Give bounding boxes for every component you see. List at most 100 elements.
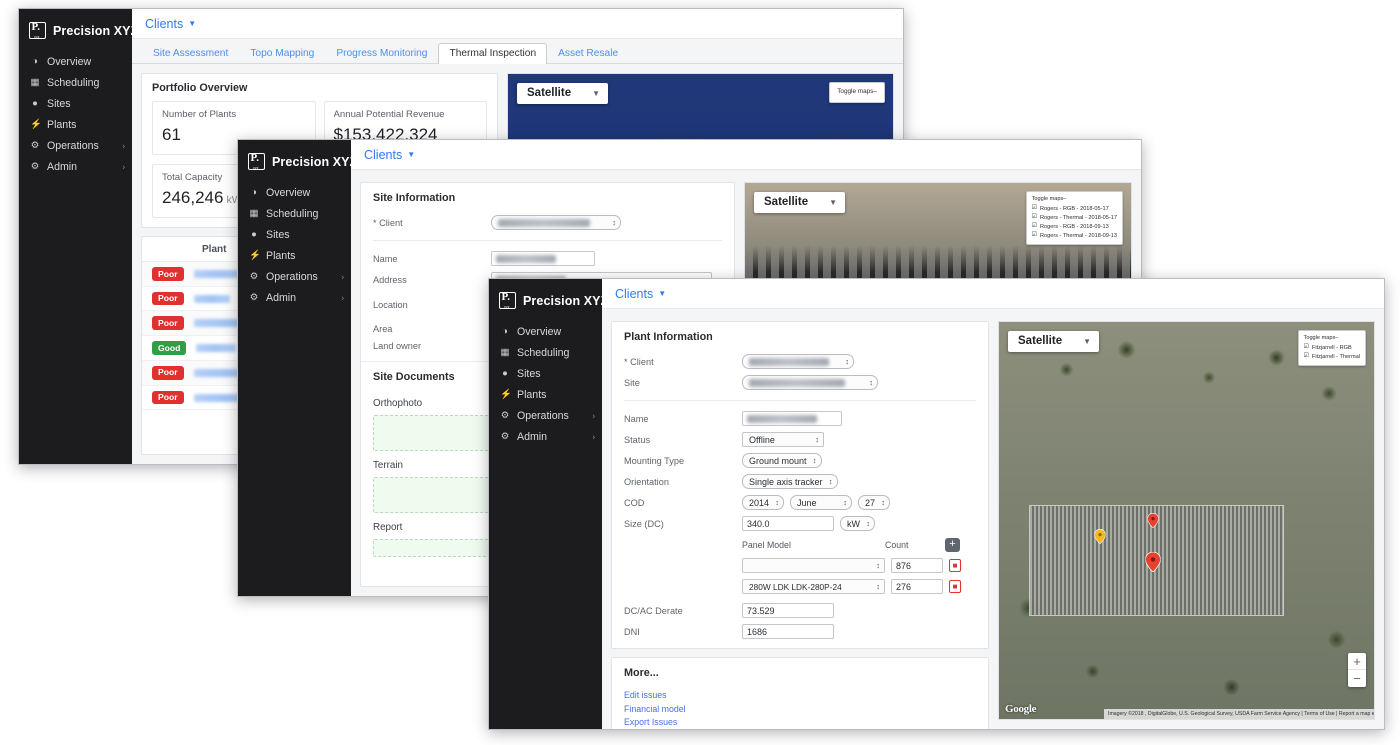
column-header-count: Count <box>885 540 909 550</box>
mounting-type-select[interactable]: Ground mount <box>742 453 822 468</box>
name-input[interactable] <box>491 251 595 266</box>
orientation-select[interactable]: Single axis tracker <box>742 474 838 489</box>
sidebar-item-plants[interactable]: ⚡ Plants <box>489 384 602 405</box>
sidebar-window2: Precision XYZ ◑ Overview ▦ Scheduling ● … <box>238 140 357 596</box>
checkbox-checked-icon[interactable]: ☑ <box>1032 231 1037 240</box>
cod-year-select[interactable]: 2014 <box>742 495 785 510</box>
clients-dropdown[interactable]: Clients <box>145 17 183 31</box>
cod-day-select[interactable]: 27 <box>858 495 891 510</box>
tab-asset-resale[interactable]: Asset Resale <box>547 43 629 64</box>
chevron-right-icon: › <box>122 162 125 171</box>
panel-count-input[interactable]: 876 <box>891 558 943 573</box>
panel-model-select[interactable] <box>742 558 885 573</box>
dc-ac-derate-input[interactable]: 73.529 <box>742 603 834 618</box>
sidebar-item-operations[interactable]: ⚙ Operations › <box>489 405 602 426</box>
dni-input[interactable]: 1686 <box>742 624 834 639</box>
link-financial-model[interactable]: Financial model <box>612 703 988 717</box>
layer-toggle-row[interactable]: ☑ Rogers - RGB - 2018-05-17 <box>1032 204 1117 213</box>
section-title: Site Information <box>373 192 456 204</box>
checkbox-checked-icon[interactable]: ☑ <box>1032 213 1037 222</box>
sidebar-item-label: Plants <box>266 249 296 262</box>
tab-site-assessment[interactable]: Site Assessment <box>142 43 239 64</box>
tab-topo-mapping[interactable]: Topo Mapping <box>239 43 325 64</box>
panel-model-select[interactable]: 280W LDK LDK-280P-24 <box>742 579 885 594</box>
toggle-maps-window1[interactable]: Toggle maps– <box>829 82 885 103</box>
layer-toggle-row[interactable]: ☑ Rogers - Thermal - 2018-05-17 <box>1032 213 1117 222</box>
sidebar-item-sites[interactable]: ● Sites <box>489 363 602 384</box>
map-pin-yellow[interactable] <box>1094 529 1106 545</box>
sidebar-item-label: Overview <box>517 325 562 338</box>
portfolio-title: Portfolio Overview <box>152 82 248 94</box>
checkbox-checked-icon[interactable]: ☑ <box>1304 352 1309 361</box>
map-type-selector[interactable]: Satellite ▼ <box>517 83 609 104</box>
map-window3[interactable]: Satellite ▼ Toggle maps– ☑ Fitzjarrell -… <box>998 321 1375 720</box>
sidebar-item-operations[interactable]: ⚙ Operations › <box>19 135 132 156</box>
bolt-icon: ⚡ <box>30 118 42 130</box>
sidebar-item-scheduling[interactable]: ▦ Scheduling <box>489 342 602 363</box>
name-input[interactable] <box>742 411 842 426</box>
size-dc-input[interactable]: 340.0 <box>742 516 834 531</box>
status-badge: Poor <box>152 267 184 281</box>
link-export-issues[interactable]: Export Issues <box>612 716 988 729</box>
sidebar-item-operations[interactable]: ⚙ Operations › <box>238 266 351 287</box>
client-select[interactable] <box>491 215 621 230</box>
sidebar-item-admin[interactable]: ⚙ Admin › <box>489 426 602 447</box>
sidebar-item-overview[interactable]: ◑ Overview <box>238 182 351 203</box>
client-select[interactable] <box>742 354 854 369</box>
sidebar-item-sites[interactable]: ● Sites <box>238 224 351 245</box>
toggle-maps-window3[interactable]: Toggle maps– ☑ Fitzjarrell - RGB ☑ Fitzj… <box>1297 330 1366 367</box>
layer-toggle-row[interactable]: ☑ Rogers - RGB - 2018-09-13 <box>1032 222 1117 231</box>
checkbox-checked-icon[interactable]: ☑ <box>1032 222 1037 231</box>
brand-window3: Precision XYZ <box>489 289 608 321</box>
size-dc-unit-select[interactable]: kW <box>840 516 875 531</box>
map-pin-red[interactable] <box>1145 552 1161 573</box>
zoom-out-button[interactable]: − <box>1348 670 1366 687</box>
divider <box>624 400 976 401</box>
plant-name-redacted[interactable] <box>196 344 237 353</box>
add-panel-button[interactable]: + <box>945 538 960 552</box>
sidebar-item-scheduling[interactable]: ▦ Scheduling <box>238 203 351 224</box>
link-edit-issues[interactable]: Edit issues <box>612 689 988 703</box>
layer-toggle-row[interactable]: ☑ Rogers - Thermal - 2018-09-13 <box>1032 231 1117 240</box>
layer-toggle-row[interactable]: ☑ Fitzjarrell - Thermal <box>1304 352 1360 361</box>
brand-window2: Precision XYZ <box>238 150 357 182</box>
toggle-maps-window2[interactable]: Toggle maps– ☑ Rogers - RGB - 2018-05-17… <box>1025 191 1123 246</box>
checkbox-checked-icon[interactable]: ☑ <box>1032 204 1037 213</box>
sidebar-item-plants[interactable]: ⚡ Plants <box>238 245 351 266</box>
status-badge: Poor <box>152 390 184 405</box>
sidebar-item-plants[interactable]: ⚡ Plants <box>19 114 132 135</box>
plant-name-redacted[interactable] <box>193 294 230 303</box>
toggle-maps-label: Toggle maps– <box>1031 196 1067 202</box>
screenshot-stage: Precision XYZ ◑ Overview ▦ Scheduling ● … <box>0 0 1400 745</box>
sidebar-item-overview[interactable]: ◑ Overview <box>489 321 602 342</box>
zoom-in-button[interactable]: + <box>1348 653 1366 670</box>
sidebar-item-scheduling[interactable]: ▦ Scheduling <box>19 72 132 93</box>
tab-thermal-inspection[interactable]: Thermal Inspection <box>438 43 548 64</box>
map-type-selector[interactable]: Satellite ▼ <box>754 192 846 213</box>
field-label: Area <box>373 324 393 334</box>
sidebar-item-overview[interactable]: ◑ Overview <box>19 51 132 72</box>
cod-month-select[interactable]: June <box>790 495 853 510</box>
map-pin-red[interactable] <box>1147 513 1159 529</box>
sidebar-item-label: Sites <box>517 367 541 380</box>
gears-icon: ⚙ <box>249 270 259 282</box>
window-plant-information[interactable]: Precision XYZ ◑ Overview ▦ Scheduling ● … <box>488 278 1385 730</box>
clients-dropdown[interactable]: Clients <box>615 287 653 301</box>
clients-dropdown[interactable]: Clients <box>364 148 402 162</box>
sidebar-item-admin[interactable]: ⚙ Admin › <box>19 156 132 177</box>
panel-count-input[interactable]: 276 <box>891 579 943 594</box>
checkbox-checked-icon[interactable]: ☑ <box>1304 343 1309 352</box>
trash-icon[interactable]: ■ <box>949 580 961 593</box>
site-select[interactable] <box>742 375 878 390</box>
status-select[interactable]: Offline <box>742 432 824 447</box>
trash-icon[interactable]: ■ <box>949 559 961 572</box>
layer-toggle-row[interactable]: ☑ Fitzjarrell - RGB <box>1304 343 1360 352</box>
field-label: DNI <box>624 626 640 637</box>
map-type-selector[interactable]: Satellite ▼ <box>1008 331 1100 352</box>
map-zoom-controls[interactable]: + − <box>1348 653 1366 687</box>
sidebar-item-admin[interactable]: ⚙ Admin › <box>238 287 351 308</box>
sidebar-item-sites[interactable]: ● Sites <box>19 93 132 114</box>
tab-progress-monitoring[interactable]: Progress Monitoring <box>325 43 438 64</box>
divider <box>373 240 722 241</box>
main-window3: Clients ▼ Plant Information * Client ↕ S… <box>602 279 1384 729</box>
